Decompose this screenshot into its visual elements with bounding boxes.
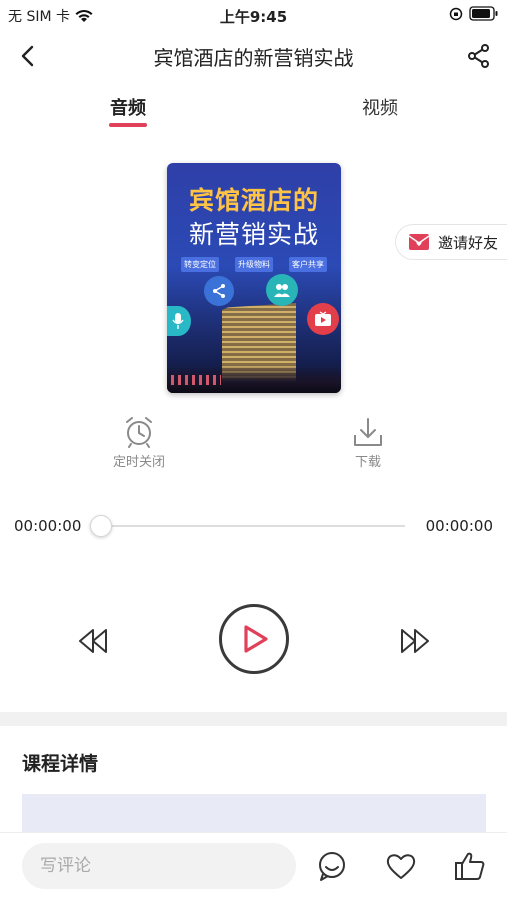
cover-title-line1: 宾馆酒店的 xyxy=(188,186,319,215)
comment-bubble-icon[interactable] xyxy=(316,850,348,882)
download-icon xyxy=(354,418,382,446)
invite-friends-button[interactable]: 邀请好友 xyxy=(395,224,507,260)
fast-forward-icon[interactable] xyxy=(398,626,432,656)
current-time: 00:00:00 xyxy=(14,517,82,535)
heart-icon[interactable] xyxy=(385,850,417,882)
battery-icon xyxy=(469,6,498,21)
cover-tag: 升级物料 xyxy=(235,257,273,272)
share-icon[interactable] xyxy=(465,42,493,70)
tab-audio[interactable]: 音频 xyxy=(110,94,146,120)
gift-envelope-icon xyxy=(408,234,430,250)
back-icon[interactable] xyxy=(14,42,42,70)
comment-input[interactable] xyxy=(22,843,296,889)
play-button[interactable] xyxy=(219,604,289,674)
active-tab-indicator xyxy=(109,123,147,127)
download-button[interactable]: 下载 xyxy=(328,416,408,470)
cover-share-icon xyxy=(204,276,234,306)
rewind-icon[interactable] xyxy=(76,626,110,656)
cover-tags: 转变定位 升级物料 客户共享 xyxy=(181,257,327,272)
cover-tag: 转变定位 xyxy=(181,257,219,272)
orientation-lock-icon xyxy=(449,7,463,20)
tab-video[interactable]: 视频 xyxy=(362,94,398,120)
invite-friends-label: 邀请好友 xyxy=(438,233,499,252)
progress-track[interactable] xyxy=(100,525,405,527)
bottom-action-bar xyxy=(0,832,507,900)
cover-title-line2: 新营销实战 xyxy=(188,220,319,249)
play-icon xyxy=(244,625,268,653)
status-time: 上午9:45 xyxy=(219,8,288,26)
cover-mic-icon xyxy=(167,306,191,336)
progress-thumb[interactable] xyxy=(90,515,112,537)
course-details-image xyxy=(22,794,486,834)
city-lights-illustration xyxy=(171,375,221,385)
nav-bar: 宾馆酒店的新营销实战 xyxy=(0,32,507,80)
alarm-clock-icon xyxy=(126,417,152,448)
course-cover-image: 宾馆酒店的 新营销实战 转变定位 升级物料 客户共享 xyxy=(167,163,341,393)
course-details-heading: 课程详情 xyxy=(22,753,99,775)
status-bar: 无 SIM 卡 上午9:45 xyxy=(0,0,507,30)
total-time: 00:00:00 xyxy=(425,517,493,535)
cover-tv-icon xyxy=(307,303,339,335)
timer-close-button[interactable]: 定时关闭 xyxy=(99,416,179,470)
page-title: 宾馆酒店的新营销实战 xyxy=(153,46,354,70)
status-right-group xyxy=(449,6,499,21)
cover-users-icon xyxy=(266,274,298,306)
section-divider xyxy=(0,712,507,726)
cover-tag: 客户共享 xyxy=(289,257,327,272)
timer-close-label: 定时关闭 xyxy=(112,455,165,470)
download-label: 下载 xyxy=(354,455,381,470)
media-tabs: 音频 视频 xyxy=(0,88,507,132)
thumbs-up-icon[interactable] xyxy=(454,850,486,882)
